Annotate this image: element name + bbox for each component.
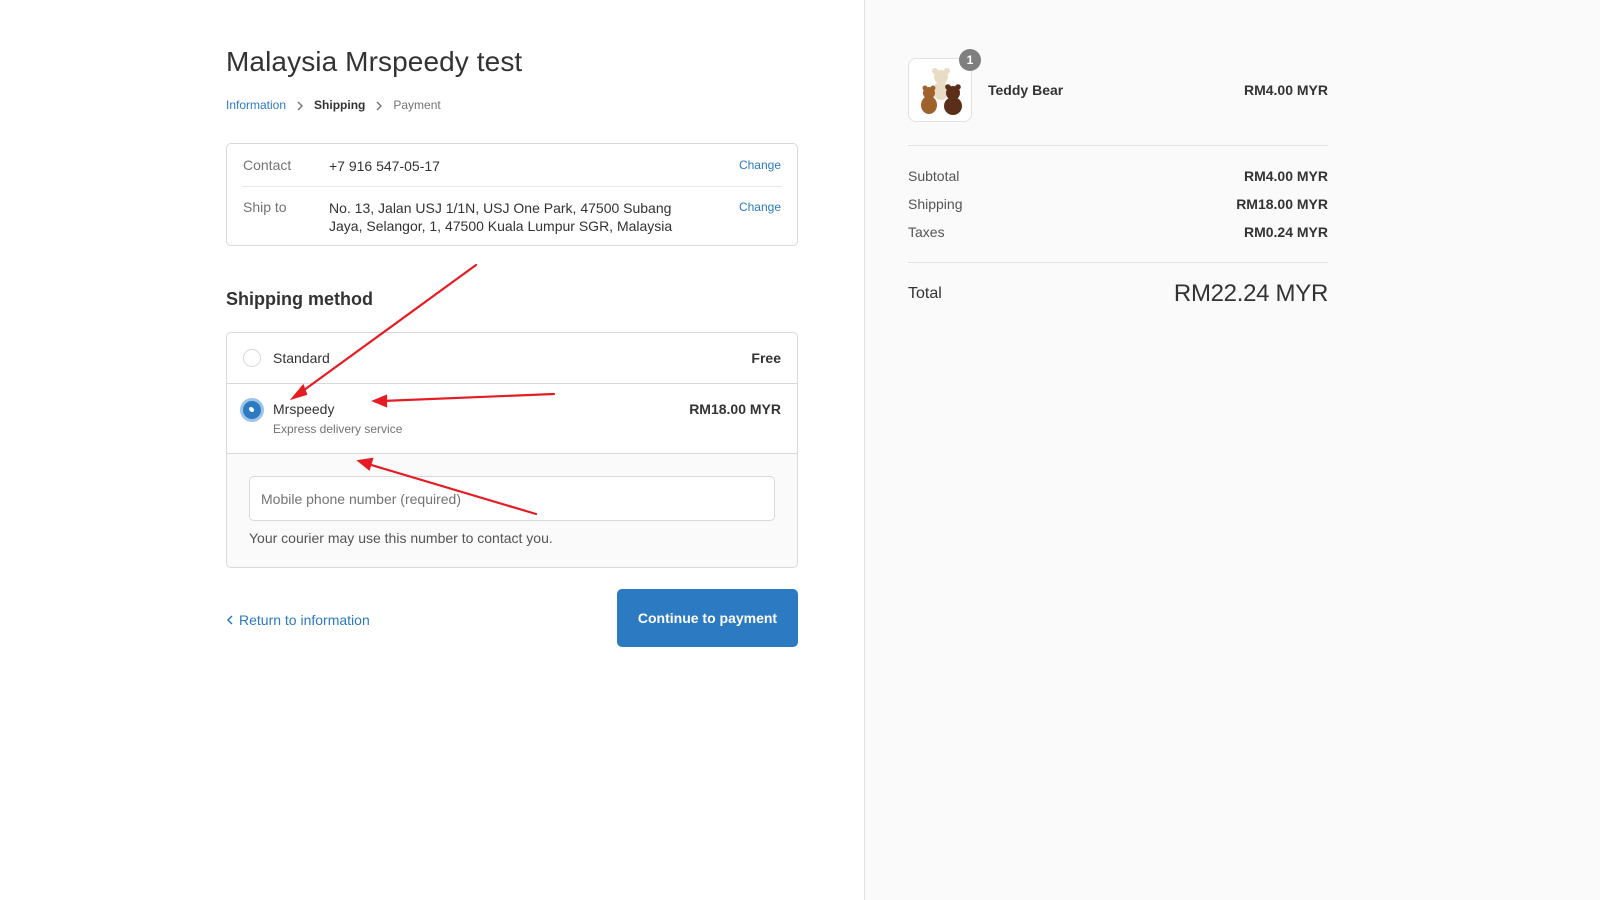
review-block: Contact +7 916 547-05-17 Change Ship to … xyxy=(226,143,798,246)
shipping-option-price: Free xyxy=(751,350,781,366)
breadcrumb: Information Shipping Payment xyxy=(226,98,441,112)
phone-help-text: Your courier may use this number to cont… xyxy=(249,530,553,546)
mobile-phone-input[interactable] xyxy=(249,476,775,521)
shipping-option-price: RM18.00 MYR xyxy=(689,401,781,417)
chevron-right-icon xyxy=(365,98,393,112)
taxes-label: Taxes xyxy=(908,224,945,240)
product-line: 1 Teddy Bear RM4.00 MYR xyxy=(908,49,1328,122)
shop-title: Malaysia Mrspeedy test xyxy=(226,46,523,77)
subtotal-value: RM4.00 MYR xyxy=(1243,168,1328,184)
shipping-option-name: Mrspeedy xyxy=(273,401,335,417)
product-name: Teddy Bear xyxy=(988,82,1064,98)
review-ship-to-label: Ship to xyxy=(243,199,287,215)
review-ship-to-value: No. 13, Jalan USJ 1/1N, USJ One Park, 47… xyxy=(329,200,673,234)
product-price: RM4.00 MYR xyxy=(1243,82,1328,98)
chevron-left-icon xyxy=(226,615,233,625)
summary-divider xyxy=(908,262,1328,263)
shipping-label: Shipping xyxy=(908,196,963,212)
review-contact-value: +7 916 547-05-17 xyxy=(329,158,440,174)
quantity-badge: 1 xyxy=(959,49,981,71)
summary-divider xyxy=(908,145,1328,146)
continue-to-payment-button[interactable]: Continue to payment xyxy=(617,589,798,647)
subtotal-row: Subtotal RM4.00 MYR xyxy=(908,168,1328,184)
breadcrumb-payment: Payment xyxy=(393,98,441,112)
shipping-option-mrspeedy[interactable]: Mrspeedy Express delivery service RM18.0… xyxy=(227,384,797,454)
product-thumbnail: 1 xyxy=(908,49,981,122)
return-link-label: Return to information xyxy=(239,612,370,628)
return-to-information-link[interactable]: Return to information xyxy=(226,612,370,628)
chevron-right-icon xyxy=(286,98,314,112)
shipping-row: Shipping RM18.00 MYR xyxy=(908,196,1328,212)
breadcrumb-shipping: Shipping xyxy=(314,98,366,112)
order-summary-sidebar xyxy=(864,0,1600,900)
total-value: RM22.24 MYR xyxy=(1173,280,1328,307)
total-label: Total xyxy=(908,285,942,302)
shipping-option-subtitle: Express delivery service xyxy=(273,422,403,436)
shipping-value: RM18.00 MYR xyxy=(1236,196,1328,212)
shipping-option-standard[interactable]: Standard Free xyxy=(227,333,797,384)
subtotal-label: Subtotal xyxy=(908,168,960,184)
change-contact-link[interactable]: Change xyxy=(739,157,781,186)
shipping-option-text: Mrspeedy Express delivery service xyxy=(273,401,689,453)
mrspeedy-extra-fields: Your courier may use this number to cont… xyxy=(227,454,797,567)
taxes-row: Taxes RM0.24 MYR xyxy=(908,224,1328,240)
review-contact-label: Contact xyxy=(243,157,292,173)
radio-standard[interactable] xyxy=(243,349,261,367)
teddy-bear-image xyxy=(921,68,962,115)
shipping-method-title: Shipping method xyxy=(226,289,373,309)
shipping-option-name: Standard xyxy=(273,350,330,366)
taxes-value: RM0.24 MYR xyxy=(1243,224,1328,240)
review-ship-to-row: Ship to No. 13, Jalan USJ 1/1N, USJ One … xyxy=(243,199,781,235)
breadcrumb-information[interactable]: Information xyxy=(226,98,286,112)
review-contact-row: Contact +7 916 547-05-17 Change xyxy=(243,157,781,187)
total-row: Total RM22.24 MYR xyxy=(908,280,1328,308)
radio-mrspeedy[interactable] xyxy=(243,401,261,419)
change-ship-to-link[interactable]: Change xyxy=(739,199,781,235)
shipping-method-list: Standard Free Mrspeedy Express delivery … xyxy=(226,332,798,568)
